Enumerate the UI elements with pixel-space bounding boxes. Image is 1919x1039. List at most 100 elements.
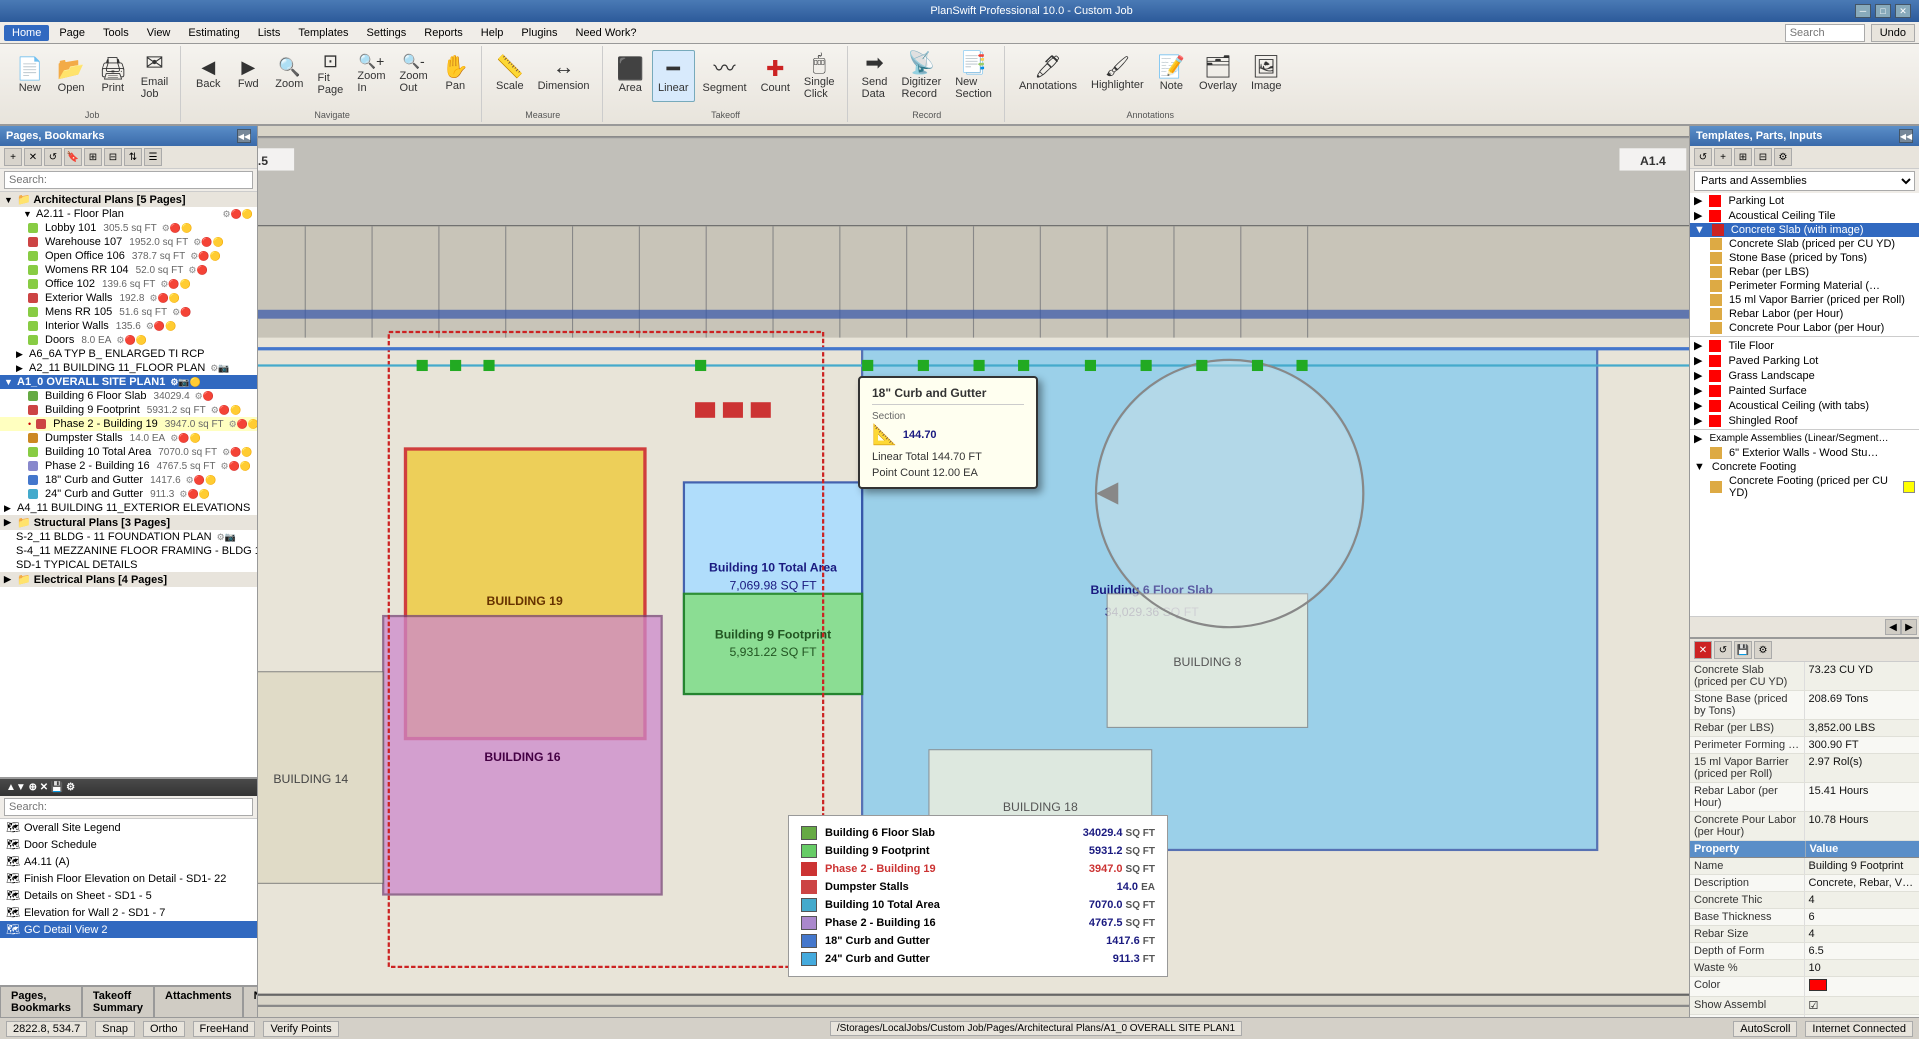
- rt-grass[interactable]: ▶ Grass Landscape: [1690, 368, 1919, 383]
- tree-item-curb18[interactable]: 18" Curb and Gutter 1417.6 ⚙🔴🟡: [0, 473, 257, 487]
- linear-button[interactable]: ━ Linear: [652, 50, 695, 102]
- highlighter-button[interactable]: 🖌 Highlighter: [1085, 48, 1150, 100]
- tree-item-s211[interactable]: S-2_11 BLDG - 11 FOUNDATION PLAN ⚙📷: [0, 530, 257, 544]
- tree-item-doors[interactable]: Doors 8.0 EA ⚙🔴🟡: [0, 333, 257, 347]
- props-btn[interactable]: ☰: [144, 148, 162, 166]
- rt-rebarlabor[interactable]: Rebar Labor (per Hour): [1690, 307, 1919, 321]
- tab-takeoff-summary[interactable]: Takeoff Summary: [82, 986, 154, 1017]
- tree-item-mensrr[interactable]: Mens RR 105 51.6 sq FT ⚙🔴: [0, 305, 257, 319]
- menu-item-plugins[interactable]: Plugins: [513, 25, 565, 41]
- rt-acctabs[interactable]: ▶ Acoustical Ceiling (with tabs): [1690, 398, 1919, 413]
- menu-item-settings[interactable]: Settings: [359, 25, 415, 41]
- rt-conslab[interactable]: ▼ Concrete Slab (with image): [1690, 223, 1919, 237]
- tree-item-dumpster[interactable]: Dumpster Stalls 14.0 EA ⚙🔴🟡: [0, 431, 257, 445]
- list-item-elevation-wall2[interactable]: 🗺 Elevation for Wall 2 - SD1 - 7: [0, 904, 257, 921]
- tree-item-office[interactable]: Office 102 139.6 sq FT ⚙🔴🟡: [0, 277, 257, 291]
- templates-settings-btn[interactable]: ⚙: [1774, 148, 1792, 166]
- tree-item-phase2bldg19[interactable]: • Phase 2 - Building 19 3947.0 sq FT ⚙🔴🟡: [0, 417, 257, 431]
- rt-concretefoot[interactable]: ▼ Concrete Footing: [1690, 460, 1919, 474]
- rt-shingled[interactable]: ▶ Shingled Roof: [1690, 413, 1919, 428]
- prop-delete-btn[interactable]: ✕: [1694, 641, 1712, 659]
- rt-painted[interactable]: ▶ Painted Surface: [1690, 383, 1919, 398]
- tree-item-s411[interactable]: S-4_11 MEZZANINE FLOOR FRAMING - BLDG 11: [0, 544, 257, 558]
- undo-button[interactable]: Undo: [1871, 24, 1915, 42]
- templates-add-btn[interactable]: +: [1714, 148, 1732, 166]
- area-button[interactable]: ⬛ Area: [611, 50, 650, 102]
- zoomout-button[interactable]: 🔍- ZoomOut: [394, 48, 434, 100]
- new-button[interactable]: 📄 New: [10, 50, 49, 102]
- toolbar-search-input[interactable]: [1785, 24, 1865, 42]
- tree-item-bldg6slab[interactable]: Building 6 Floor Slab 34029.4 ⚙🔴: [0, 389, 257, 403]
- menu-item-estimating[interactable]: Estimating: [180, 25, 247, 41]
- bottom-search-input[interactable]: [4, 798, 253, 816]
- prop-refresh-btn[interactable]: ↺: [1714, 641, 1732, 659]
- snap-button[interactable]: Snap: [95, 1021, 135, 1037]
- tree-item-intwall[interactable]: Interior Walls 135.6 ⚙🔴🟡: [0, 319, 257, 333]
- email-job-button[interactable]: ✉ EmailJob: [135, 48, 175, 104]
- zoomin-button[interactable]: 🔍+ ZoomIn: [351, 48, 391, 100]
- panel-collapse-btn[interactable]: ◀◀: [237, 129, 251, 143]
- tree-item-bldg9foot[interactable]: Building 9 Footprint 5931.2 sq FT ⚙🔴🟡: [0, 403, 257, 417]
- rt-tilefloor[interactable]: ▶ Tile Floor: [1690, 338, 1919, 353]
- note-button[interactable]: 📝 Note: [1152, 48, 1191, 100]
- count-button[interactable]: ✚ Count: [755, 50, 796, 102]
- menu-item-templates[interactable]: Templates: [290, 25, 356, 41]
- ortho-button[interactable]: Ortho: [143, 1021, 185, 1037]
- tree-item-a211bldg[interactable]: ▶ A2_11 BUILDING 11_FLOOR PLAN ⚙📷: [0, 361, 257, 375]
- tree-item-phase2bldg16[interactable]: Phase 2 - Building 16 4767.5 sq FT ⚙🔴🟡: [0, 459, 257, 473]
- menu-item-reports[interactable]: Reports: [416, 25, 471, 41]
- tree-item-warehouse[interactable]: Warehouse 107 1952.0 sq FT ⚙🔴🟡: [0, 235, 257, 249]
- menu-item-lists[interactable]: Lists: [250, 25, 289, 41]
- print-button[interactable]: 🖨 Print: [93, 50, 133, 102]
- rt-ext6[interactable]: 6" Exterior Walls - Wood Studs - Insulat: [1690, 446, 1919, 460]
- freehand-button[interactable]: FreeHand: [193, 1021, 256, 1037]
- dimension-button[interactable]: ↔ Dimension: [532, 48, 596, 100]
- back-button[interactable]: ◀ Back: [189, 48, 227, 100]
- forward-button[interactable]: ▶ Fwd: [229, 48, 267, 100]
- tree-item-curb24[interactable]: 24" Curb and Gutter 911.3 ⚙🔴🟡: [0, 487, 257, 501]
- tree-item-lobby[interactable]: Lobby 101 305.5 sq FT ⚙🔴🟡: [0, 221, 257, 235]
- tree-item-a211[interactable]: ▼ A2.11 - Floor Plan ⚙🔴🟡: [0, 207, 257, 221]
- list-item-details-sd1[interactable]: 🗺 Details on Sheet - SD1 - 5: [0, 887, 257, 904]
- tree-item-a66a[interactable]: ▶ A6_6A TYP B_ ENLARGED TI RCP: [0, 347, 257, 361]
- add-page-btn[interactable]: +: [4, 148, 22, 166]
- templates-collapse-tree-btn[interactable]: ⊟: [1754, 148, 1772, 166]
- rt-vapor[interactable]: 15 ml Vapor Barrier (priced per Roll): [1690, 293, 1919, 307]
- scroll-right-btn[interactable]: ▶: [1901, 619, 1917, 635]
- rt-acctile[interactable]: ▶ Acoustical Ceiling Tile: [1690, 208, 1919, 223]
- expand-all-btn[interactable]: ⊞: [84, 148, 102, 166]
- refresh-btn[interactable]: ↺: [44, 148, 62, 166]
- tree-item-bldg10[interactable]: Building 10 Total Area 7070.0 sq FT ⚙🔴🟡: [0, 445, 257, 459]
- prop-settings-btn[interactable]: ⚙: [1754, 641, 1772, 659]
- tree-section-structural[interactable]: ▶ 📁 Structural Plans [3 Pages]: [0, 515, 257, 530]
- segment-button[interactable]: 〰 Segment: [697, 50, 753, 102]
- rt-concfootcu[interactable]: Concrete Footing (priced per CU YD): [1690, 474, 1919, 500]
- tree-item-extwall[interactable]: Exterior Walls 192.8 ⚙🔴🟡: [0, 291, 257, 305]
- menu-item-help[interactable]: Help: [473, 25, 512, 41]
- internet-status[interactable]: Internet Connected: [1805, 1021, 1913, 1037]
- canvas-area[interactable]: A1.5 A1.4: [258, 126, 1689, 1017]
- menu-item-home[interactable]: Home: [4, 25, 49, 41]
- open-button[interactable]: 📂 Open: [51, 50, 90, 102]
- rt-conpour[interactable]: Concrete Pour Labor (per Hour): [1690, 321, 1919, 335]
- tree-item-a411ext[interactable]: ▶ A4_11 BUILDING 11_EXTERIOR ELEVATIONS: [0, 501, 257, 515]
- autoscroll-button[interactable]: AutoScroll: [1733, 1021, 1797, 1037]
- minimize-button[interactable]: ─: [1855, 4, 1871, 18]
- zoom-button[interactable]: 🔍 Zoom: [269, 48, 309, 100]
- senddata-button[interactable]: ➡ SendData: [856, 48, 894, 104]
- annotations-button[interactable]: 🖊 Annotations: [1013, 48, 1083, 100]
- list-item-finish-floor[interactable]: 🗺 Finish Floor Elevation on Detail - SD1…: [0, 870, 257, 887]
- tree-section-electrical[interactable]: ▶ 📁 Electrical Plans [4 Pages]: [0, 572, 257, 587]
- maximize-button[interactable]: □: [1875, 4, 1891, 18]
- tree-item-womensrr[interactable]: Womens RR 104 52.0 sq FT ⚙🔴: [0, 263, 257, 277]
- tree-section-arch[interactable]: ▼ 📁 Architectural Plans [5 Pages]: [0, 192, 257, 207]
- templates-collapse-btn[interactable]: ◀◀: [1899, 129, 1913, 143]
- rt-stonebase[interactable]: Stone Base (priced by Tons): [1690, 251, 1919, 265]
- pan-button[interactable]: ✋ Pan: [436, 48, 475, 100]
- rt-example[interactable]: ▶ Example Assemblies (Linear/Segment Tak…: [1690, 431, 1919, 446]
- menu-item-view[interactable]: View: [139, 25, 179, 41]
- list-item-overall-legend[interactable]: 🗺 Overall Site Legend: [0, 819, 257, 836]
- close-button[interactable]: ✕: [1895, 4, 1911, 18]
- singleclick-button[interactable]: 🖱 SingleClick: [798, 48, 841, 104]
- rt-perimeter[interactable]: Perimeter Forming Material (priced per F: [1690, 279, 1919, 293]
